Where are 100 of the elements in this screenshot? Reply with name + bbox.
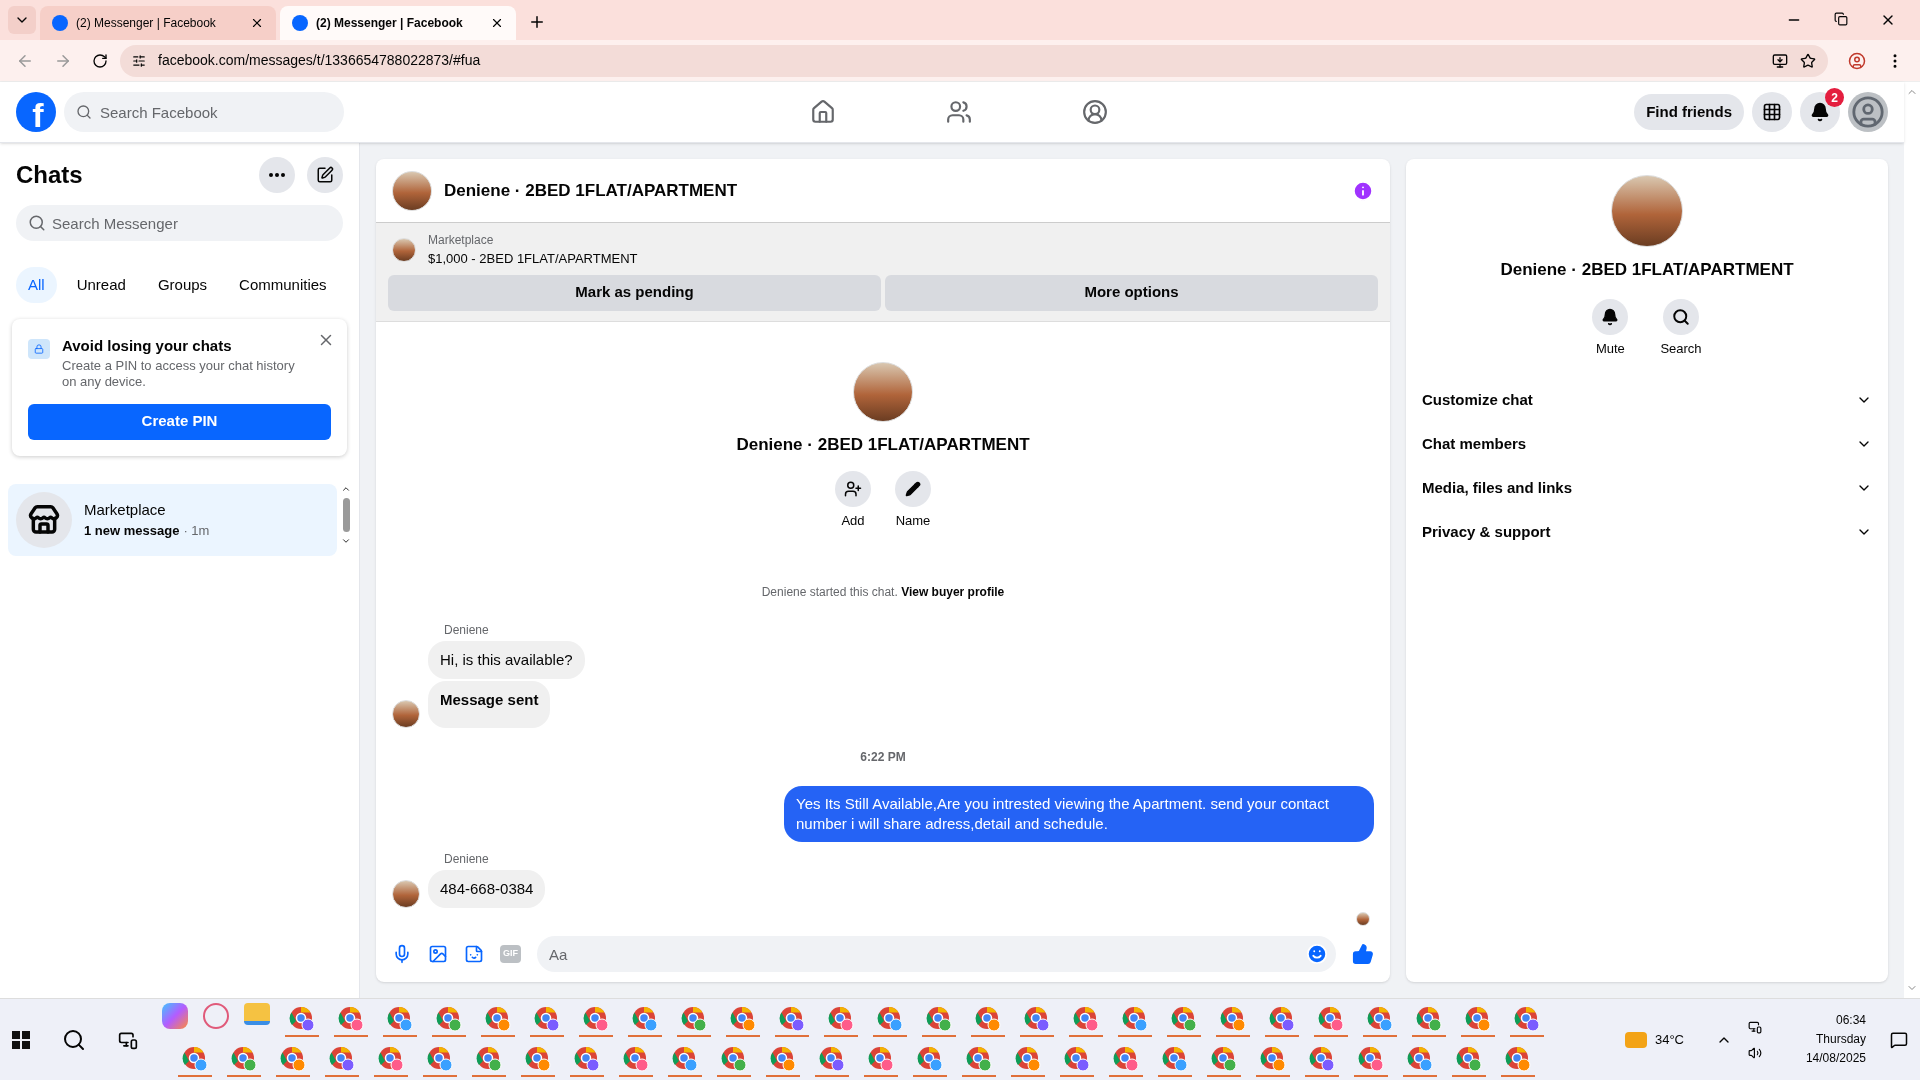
sender-photo-placeholder [392,880,420,908]
profile-icon[interactable] [1848,51,1866,70]
install-icon[interactable] [1772,52,1788,69]
volume-icon[interactable] [1748,1045,1762,1060]
close-icon[interactable] [250,16,264,30]
listing-action-button[interactable]: Mark as pending [388,274,881,311]
emoji-icon[interactable] [1306,943,1328,965]
sender-name: Deniene [444,850,490,868]
edit-name-button[interactable] [895,471,931,507]
person-silhouette-icon [1851,95,1885,129]
details-section[interactable]: Media, files and links [1422,466,1872,510]
filter-tab[interactable]: All [16,267,57,303]
incoming-message-bubble: Hi, is this available? [428,640,585,679]
add-person-button[interactable] [835,471,871,507]
browser-tab[interactable]: (2) Messenger | Facebook [40,6,276,40]
sender-photo-placeholder [392,699,420,728]
notifications-icon[interactable] [1890,1030,1908,1049]
mute-button[interactable] [1592,298,1629,335]
search-icon[interactable] [62,1027,86,1052]
tab-title: (2) Messenger | Facebook [316,15,464,32]
home-icon[interactable] [810,99,837,125]
message-time: 6:22 PM [859,748,907,766]
bookmark-star-icon[interactable] [1800,52,1816,69]
facebook-logo[interactable]: f [16,92,56,132]
outgoing-message-bubble: Yes Its Still Available,Are you intrested viewing the Apartment. send your contact number i will share adress,detail and schedule. [784,785,1374,842]
display-icon[interactable] [1748,1019,1762,1034]
info-icon[interactable] [1352,179,1374,202]
facebook-favicon-icon [52,15,68,31]
action-label: Add [841,512,865,530]
clock-time[interactable]: 06:34 [1835,1011,1866,1030]
details-section[interactable]: Privacy & support [1422,510,1872,554]
search-messenger-field[interactable]: Search Messenger [16,205,343,241]
url-text: facebook.com/messages/t/1336654788022873/#fua [158,51,482,70]
chat-list-item[interactable]: Marketplace 1 new message · 1m [8,483,337,556]
details-section[interactable]: Customize chat [1422,378,1872,422]
search-button[interactable] [1663,298,1699,335]
view-buyer-profile-link[interactable]: View buyer profile [901,584,1005,599]
listing-source: Marketplace [428,232,495,249]
search-icon [76,104,92,120]
listing-action-button[interactable]: More options [885,274,1378,311]
tab-list-icon[interactable] [8,6,36,34]
friends-icon[interactable] [946,99,973,125]
chats-title: Chats [16,160,84,190]
notification-badge: 2 [1825,88,1844,107]
details-name: Deniene · 2BED 1FLAT/APARTMENT [1500,259,1794,281]
listing-photo-placeholder [392,170,432,211]
pin-card-title: Avoid losing your chats [62,336,233,356]
grid-icon [1762,102,1782,122]
folder-icon[interactable] [244,1002,270,1025]
message-input[interactable]: Aa [537,936,1336,972]
restore-icon[interactable] [1834,12,1848,26]
chat-started-notice: Deniene started this chat. View buyer profile [760,583,1006,601]
listing-title[interactable]: $1,000 - 2BED 1FLAT/APARTMENT [428,249,638,269]
reload-icon[interactable] [92,52,108,69]
pin-card-text: Create a PIN to access your chat history on any device. [62,357,296,390]
site-settings-icon[interactable] [132,53,146,68]
incoming-message-bubble: 484-668-0384 [428,869,546,908]
filter-tab[interactable]: Unread [64,267,138,303]
new-tab-icon[interactable] [528,13,546,31]
search-field[interactable]: Search Facebook [64,92,344,132]
microphone-icon[interactable] [392,944,412,964]
add-person-icon [844,480,862,498]
compose-icon [316,166,334,184]
menu-button[interactable] [1752,92,1792,132]
more-icon [269,173,285,177]
listing-photo-placeholder [392,237,416,262]
address-bar[interactable]: facebook.com/messages/t/1336654788022873/#fua [120,44,1828,77]
close-icon[interactable] [490,16,504,30]
details-section[interactable]: Chat members [1422,422,1872,466]
browser-tab[interactable]: (2) Messenger | Facebook [280,6,516,40]
chat-preview: 1 new message [84,522,180,540]
sender-name: Deniene [444,621,490,639]
action-label: Mute [1595,339,1625,358]
chat-name: Marketplace [84,499,167,520]
windows-start-icon[interactable] [12,1030,30,1049]
chat-time: · 1m [183,522,210,540]
tab-title: (2) Messenger | Facebook [76,15,217,32]
like-icon[interactable] [1352,943,1374,965]
pencil-icon [905,481,921,497]
find-friends-button[interactable]: Find friends [1634,94,1744,130]
more-button[interactable] [259,157,295,193]
new-message-button[interactable] [307,157,343,193]
image-icon[interactable] [428,944,448,964]
groups-icon[interactable] [1082,99,1109,125]
incoming-message-bubble: Message sent [428,681,551,728]
facebook-favicon-icon [292,15,308,31]
copilot-icon[interactable] [162,1002,188,1029]
account-avatar[interactable] [1848,92,1888,132]
filter-tab[interactable]: Communities [227,267,339,303]
create-pin-button[interactable]: Create PIN [28,403,331,440]
bell-icon [1601,307,1620,326]
conversation-title[interactable]: Deniene · 2BED 1FLAT/APARTMENT [444,177,1340,204]
profile-name: Deniene · 2BED 1FLAT/APARTMENT [736,433,1030,456]
action-label: Search [1660,339,1702,358]
sticker-icon[interactable] [464,944,484,964]
weather-temperature[interactable]: 34°C [1654,1029,1684,1050]
filter-tab[interactable]: Groups [145,267,220,303]
clock-date[interactable]: 14/08/2025 [1805,1049,1866,1068]
search-icon [28,214,46,232]
clock-day[interactable]: Thursday [1815,1030,1866,1049]
